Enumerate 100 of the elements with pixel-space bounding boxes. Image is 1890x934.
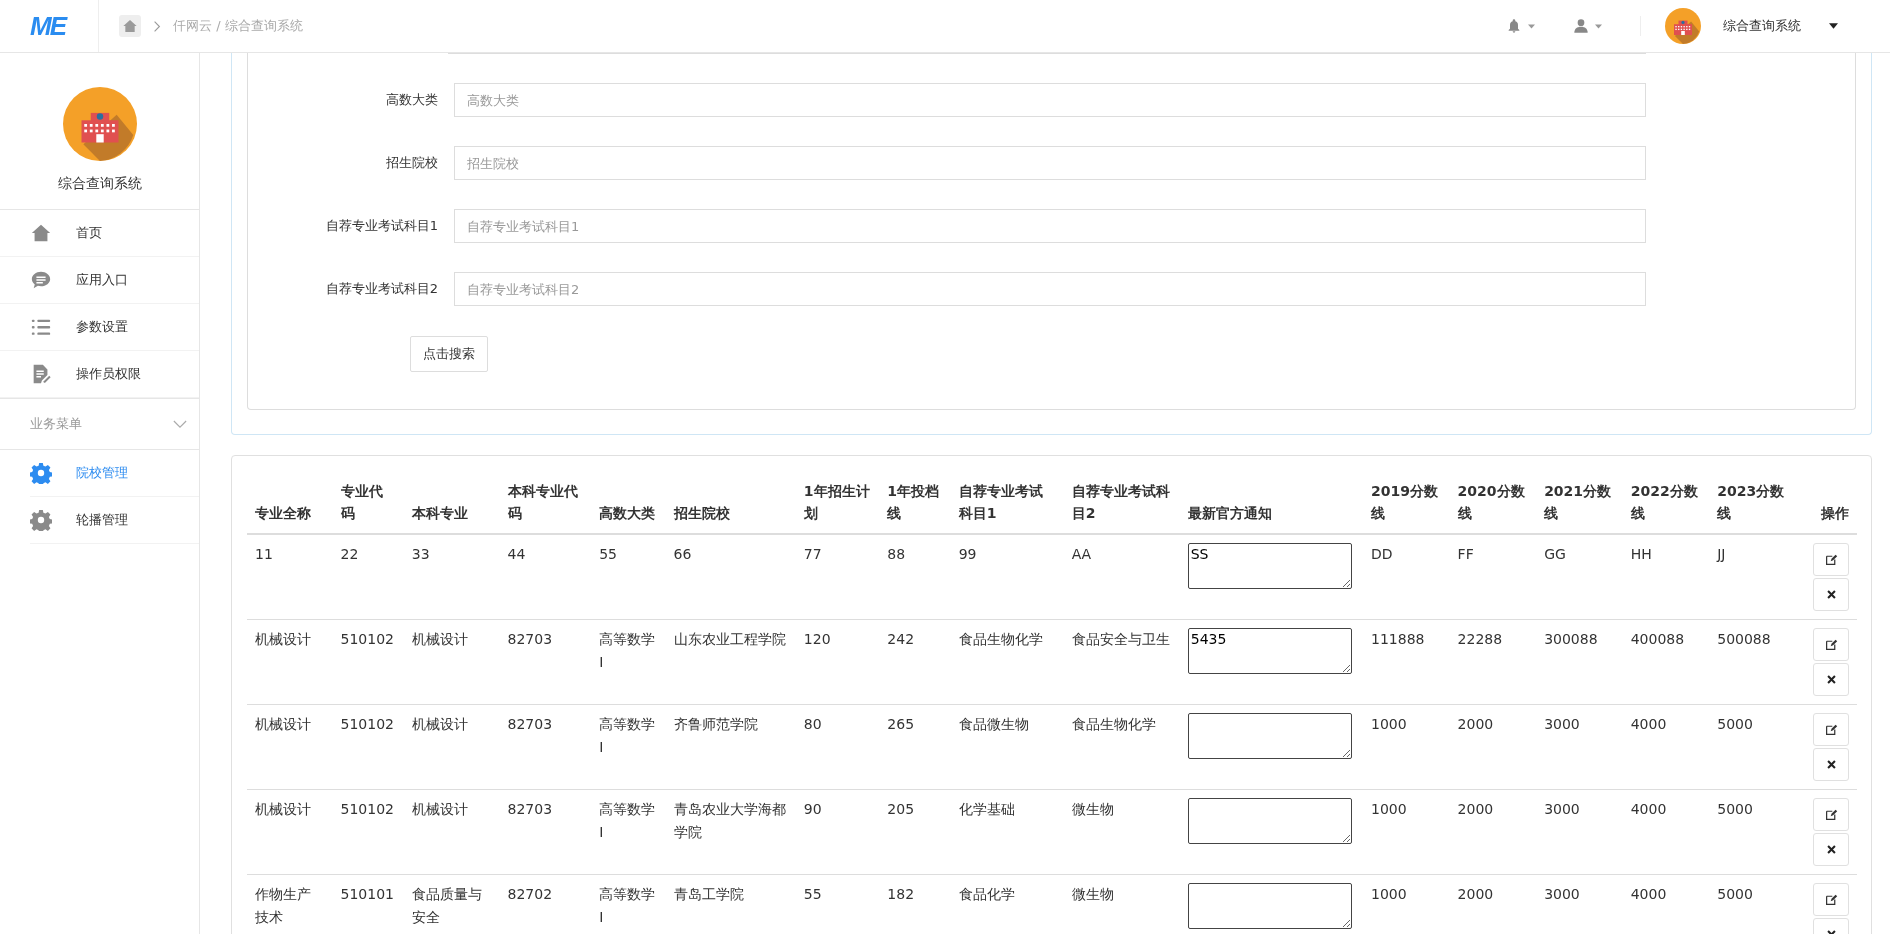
table-cell: JJ bbox=[1717, 545, 1726, 562]
notice-field[interactable] bbox=[1187, 883, 1352, 930]
table-cell: 化学基础 bbox=[958, 801, 1015, 818]
delete-button[interactable] bbox=[1813, 747, 1849, 781]
menu-item[interactable]: 轮播管理 bbox=[30, 497, 199, 544]
edit-button[interactable] bbox=[1813, 712, 1849, 746]
input-field[interactable]: 自荐专业考试科目1 bbox=[454, 209, 1646, 243]
edit-button[interactable] bbox=[1813, 797, 1849, 831]
user-dropdown[interactable] bbox=[1573, 18, 1602, 34]
table-cell: 机械设计 bbox=[411, 716, 468, 733]
table-cell: GG bbox=[1544, 545, 1566, 562]
notice-field[interactable]: 5435 bbox=[1187, 628, 1352, 675]
table-cell: 510102 bbox=[340, 801, 394, 818]
table-cell: 高等数学Ⅰ bbox=[599, 631, 656, 670]
column-header: 招生院校 bbox=[665, 472, 796, 534]
table-cell: 44 bbox=[507, 545, 526, 562]
column-header: 2020分数线 bbox=[1449, 472, 1537, 534]
table-cell: DD bbox=[1371, 545, 1393, 562]
table-cell: 青岛工学院 bbox=[673, 886, 744, 903]
column-header: 1年投档线 bbox=[879, 472, 951, 534]
notice-field[interactable]: SS bbox=[1187, 542, 1352, 589]
delete-button[interactable] bbox=[1813, 832, 1849, 866]
table-cell: 82703 bbox=[507, 631, 553, 648]
table-cell: 120 bbox=[803, 631, 831, 648]
delete-button[interactable] bbox=[1813, 662, 1849, 696]
table-cell: 90 bbox=[803, 801, 822, 818]
chevron-right-icon bbox=[153, 19, 161, 33]
table-cell: 2000 bbox=[1457, 801, 1494, 818]
table-cell: 机械设计 bbox=[411, 631, 468, 648]
table-cell: 山东农业工程学院 bbox=[673, 631, 786, 648]
chevron-down-icon bbox=[173, 419, 187, 429]
table-cell: 微生物 bbox=[1071, 886, 1114, 903]
home-button[interactable] bbox=[119, 15, 141, 37]
field-label: 自荐专业考试科目1 bbox=[324, 217, 439, 235]
table-cell: 高等数学Ⅰ bbox=[599, 716, 656, 755]
table-cell: 机械设计 bbox=[255, 801, 311, 818]
edit-icon bbox=[1824, 722, 1838, 736]
settings-icon bbox=[30, 462, 52, 484]
table-cell: AA bbox=[1071, 545, 1092, 562]
column-header: 1年招生计划 bbox=[795, 472, 880, 534]
menu-item[interactable]: 应用入口 bbox=[0, 257, 199, 304]
table-cell: 高等数学Ⅰ bbox=[599, 886, 656, 925]
table-cell: 99 bbox=[958, 545, 977, 562]
menu-item[interactable]: 参数设置 bbox=[0, 304, 199, 351]
table-cell: 4000 bbox=[1630, 801, 1667, 818]
table-cell: 2000 bbox=[1457, 886, 1494, 903]
input-field[interactable]: 招生院校 bbox=[454, 146, 1646, 180]
input-field[interactable]: 自荐专业考试科目2 bbox=[454, 272, 1646, 306]
menu-item[interactable]: 院校管理 bbox=[30, 450, 199, 497]
table-cell: 微生物 bbox=[1071, 801, 1114, 818]
table-cell: 5000 bbox=[1717, 886, 1753, 903]
table-cell: 300088 bbox=[1544, 631, 1598, 648]
edit-icon bbox=[1824, 892, 1838, 906]
table-cell: 88 bbox=[887, 545, 906, 562]
table-cell: 510102 bbox=[340, 631, 394, 648]
field-label: 自荐专业考试科目2 bbox=[324, 280, 439, 298]
table-cell: 82702 bbox=[507, 886, 553, 903]
table-cell: 5000 bbox=[1717, 801, 1753, 818]
column-header: 操作 bbox=[1795, 472, 1857, 534]
delete-button[interactable] bbox=[1813, 577, 1849, 611]
column-header: 自荐专业考试科目2 bbox=[1063, 472, 1180, 534]
table-cell: 82703 bbox=[507, 716, 553, 733]
home-icon bbox=[30, 222, 52, 244]
table-cell: 2000 bbox=[1457, 716, 1494, 733]
column-header: 2023分数线 bbox=[1709, 472, 1796, 534]
table-cell: 4000 bbox=[1630, 886, 1667, 903]
table-cell: 3000 bbox=[1544, 886, 1580, 903]
table-cell: 55 bbox=[803, 886, 822, 903]
column-header: 2022分数线 bbox=[1622, 472, 1710, 534]
edit-button[interactable] bbox=[1813, 542, 1849, 576]
table-cell: 4000 bbox=[1630, 716, 1667, 733]
column-header: 专业全称 bbox=[247, 472, 333, 534]
table-cell: 食品质量与安全 bbox=[411, 886, 482, 925]
menu-item[interactable]: 操作员权限 bbox=[0, 351, 199, 398]
input-field[interactable]: 高数大类 bbox=[454, 83, 1646, 117]
table-cell: 青岛农业大学海都学院 bbox=[673, 801, 786, 840]
edit-icon bbox=[1824, 637, 1838, 651]
edit-button[interactable] bbox=[1813, 882, 1849, 916]
table-cell: 机械设计 bbox=[255, 631, 311, 648]
caret-icon[interactable] bbox=[1829, 23, 1838, 29]
table-cell: 作物生产技术 bbox=[255, 886, 311, 925]
table-cell: HH bbox=[1630, 545, 1652, 562]
notifications-dropdown[interactable] bbox=[1506, 18, 1535, 34]
table-cell: 食品微生物 bbox=[958, 716, 1029, 733]
search-button[interactable]: 点击搜索 bbox=[410, 336, 488, 372]
settings-icon bbox=[30, 509, 52, 531]
column-header: 自荐专业考试科目1 bbox=[950, 472, 1064, 534]
table-cell: 265 bbox=[887, 716, 915, 733]
edit-button[interactable] bbox=[1813, 627, 1849, 661]
edit-icon bbox=[1824, 807, 1838, 821]
account-name[interactable]: 综合查询系统 bbox=[1723, 17, 1801, 35]
chat-icon bbox=[30, 269, 52, 291]
table-cell: 400088 bbox=[1630, 631, 1685, 648]
table-cell: 3000 bbox=[1544, 801, 1580, 818]
notice-field[interactable] bbox=[1187, 798, 1352, 845]
table-cell: 1000 bbox=[1371, 886, 1407, 903]
caret-icon bbox=[1595, 23, 1602, 29]
column-header: 本科专业 bbox=[403, 472, 500, 534]
menu-item[interactable]: 首页 bbox=[0, 210, 199, 257]
notice-field[interactable] bbox=[1187, 713, 1352, 760]
